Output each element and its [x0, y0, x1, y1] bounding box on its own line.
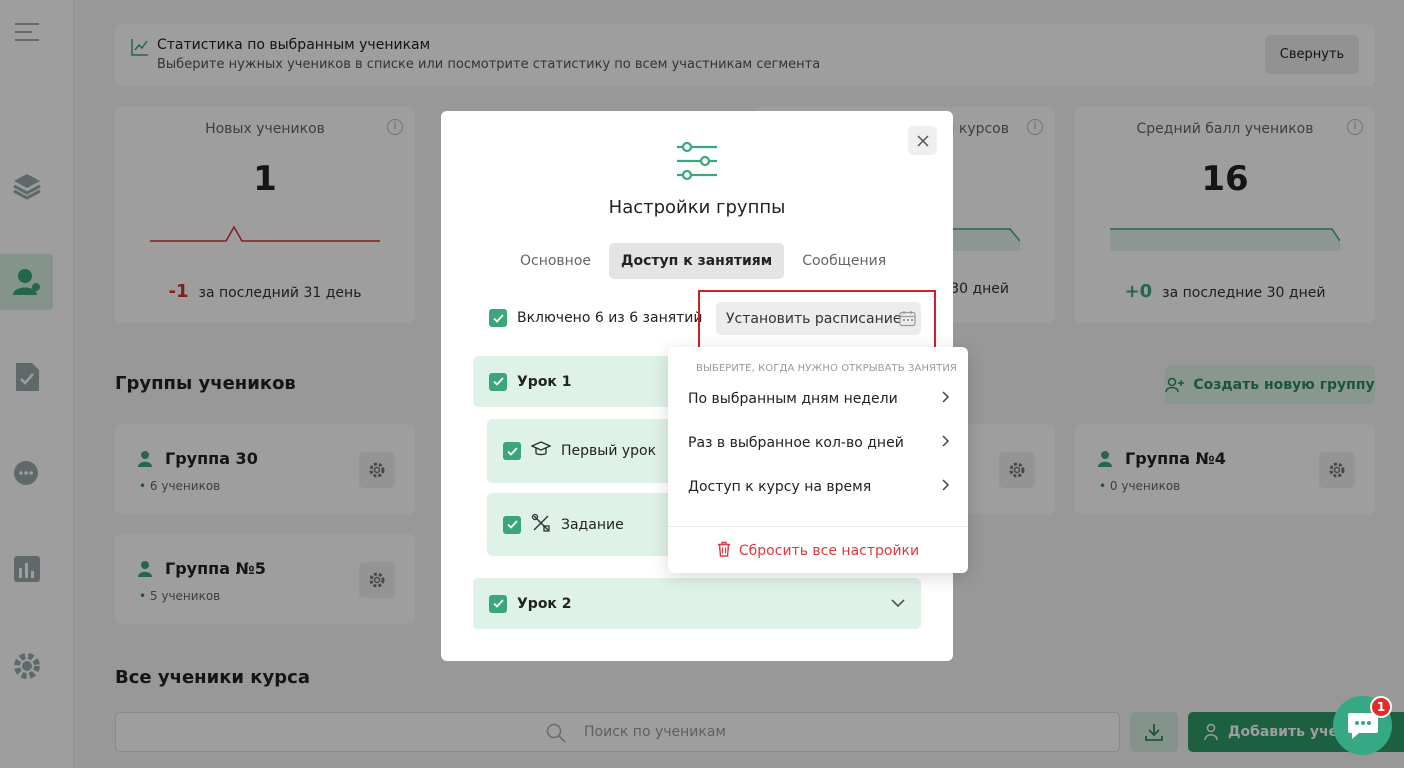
menu-item-label: Раз в выбранное кол-во дней	[688, 435, 904, 451]
enable-all-checkbox[interactable]	[489, 309, 507, 327]
lesson-item-title: Первый урок	[561, 443, 657, 459]
lesson-checkbox[interactable]	[489, 594, 507, 613]
tab-lesson-access[interactable]: Доступ к занятиям	[609, 243, 785, 279]
dropdown-header: Выберите, когда нужно открывать занятия	[696, 363, 957, 374]
enabled-count-text: Включено 6 из 6 занятий	[517, 310, 703, 326]
lesson-item-checkbox[interactable]	[503, 442, 521, 460]
tab-messages[interactable]: Сообщения	[790, 243, 898, 279]
tab-main[interactable]: Основное	[508, 243, 603, 279]
close-button[interactable]	[908, 126, 937, 155]
enabled-all-row: Включено 6 из 6 занятий	[489, 309, 703, 327]
menu-item-label: Доступ к курсу на время	[688, 479, 872, 495]
lesson-row[interactable]: Урок 2	[473, 578, 921, 629]
menu-item-weekdays[interactable]: По выбранным дням недели	[688, 391, 950, 407]
calendar-icon	[899, 310, 916, 331]
menu-item-timed-access[interactable]: Доступ к курсу на время	[688, 479, 950, 495]
reset-settings-label: Сбросить все настройки	[738, 543, 920, 559]
tools-icon	[531, 513, 551, 537]
graduation-cap-icon	[530, 440, 552, 462]
modal-tabs: Основное Доступ к занятиям Сообщения	[508, 243, 898, 279]
reset-settings-button[interactable]: Сбросить все настройки	[668, 541, 968, 561]
divider	[668, 526, 968, 527]
lesson-title: Урок 1	[517, 373, 572, 390]
lesson-title: Урок 2	[517, 595, 572, 612]
chevron-right-icon	[942, 391, 950, 407]
menu-item-every-n-days[interactable]: Раз в выбранное кол-во дней	[688, 435, 950, 451]
close-icon	[916, 134, 929, 147]
modal-title: Настройки группы	[608, 197, 786, 218]
set-schedule-button[interactable]: Установить расписание	[716, 302, 921, 335]
set-schedule-label: Установить расписание	[726, 310, 902, 327]
chevron-right-icon	[942, 435, 950, 451]
schedule-dropdown: Выберите, когда нужно открывать занятия …	[668, 347, 968, 573]
lesson-item-title: Задание	[561, 516, 624, 533]
chevron-right-icon	[942, 479, 950, 495]
notification-badge: 1	[1370, 696, 1392, 718]
chevron-down-icon[interactable]	[891, 596, 905, 612]
sliders-icon	[675, 141, 719, 185]
lesson-checkbox[interactable]	[489, 372, 507, 391]
lesson-item-checkbox[interactable]	[503, 515, 521, 534]
trash-icon	[717, 541, 731, 561]
menu-item-label: По выбранным дням недели	[688, 391, 898, 407]
